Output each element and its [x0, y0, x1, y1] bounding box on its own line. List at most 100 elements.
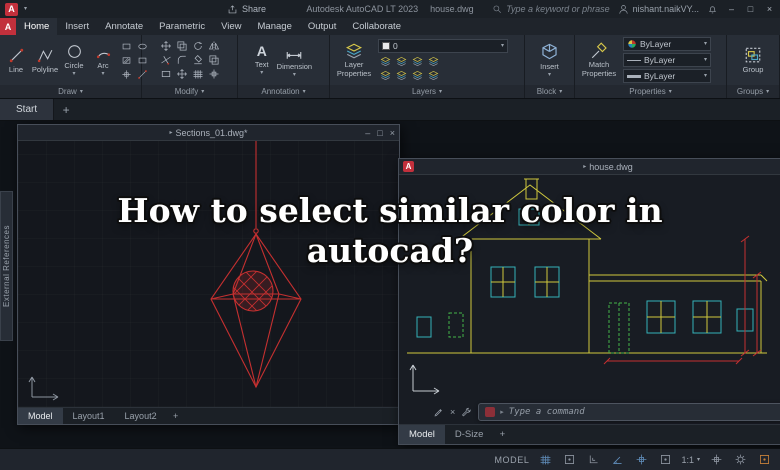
- tab-manage[interactable]: Manage: [250, 18, 300, 35]
- layer-isolate-tool[interactable]: [394, 55, 408, 67]
- window-restore-button[interactable]: □: [377, 128, 382, 138]
- share-button[interactable]: Share: [227, 4, 266, 15]
- layout-tab-model[interactable]: Model: [399, 425, 445, 444]
- house-drawing-canvas[interactable]: × ▸ Type a command: [399, 175, 780, 424]
- tab-insert[interactable]: Insert: [57, 18, 97, 35]
- block-panel: Insert ▾ Block ▾: [525, 35, 575, 98]
- linetype-dropdown[interactable]: ByLayer ▾: [623, 53, 711, 67]
- add-layout-button[interactable]: +: [493, 425, 511, 444]
- properties-panel-label[interactable]: Properties ▾: [575, 85, 726, 98]
- erase-tool[interactable]: [191, 54, 205, 66]
- text-tool[interactable]: A Text ▾: [255, 44, 269, 77]
- add-layout-button[interactable]: +: [167, 408, 185, 424]
- scale-tool[interactable]: [159, 68, 173, 80]
- external-references-palette-tab[interactable]: External References: [0, 191, 13, 341]
- tab-output[interactable]: Output: [300, 18, 345, 35]
- object-snap-toggle[interactable]: [633, 452, 649, 468]
- tab-parametric[interactable]: Parametric: [151, 18, 213, 35]
- lineweight-display-toggle[interactable]: [657, 452, 673, 468]
- circle-tool[interactable]: Circle ▾: [61, 43, 87, 77]
- tab-home[interactable]: Home: [16, 18, 58, 35]
- annotation-scale-button[interactable]: 1:1 ▾: [681, 455, 700, 465]
- insert-block-tool[interactable]: Insert ▾: [540, 42, 559, 78]
- layout-tab-model[interactable]: Model: [18, 408, 63, 424]
- dimension-tool[interactable]: Dimension ▾: [277, 43, 312, 78]
- move-tool[interactable]: [159, 40, 173, 52]
- modify-panel-label[interactable]: Modify ▾: [142, 85, 237, 98]
- arc-tool[interactable]: Arc ▾: [90, 43, 116, 77]
- line-tool[interactable]: Line: [3, 47, 29, 74]
- isolate-objects-button[interactable]: [756, 452, 772, 468]
- annotation-panel-label[interactable]: Annotation ▾: [238, 85, 329, 98]
- layer-properties-button[interactable]: Layer Properties: [333, 42, 375, 78]
- sections-drawing-canvas[interactable]: [18, 141, 399, 407]
- rectangle-tool[interactable]: [119, 40, 133, 52]
- grid-display-toggle[interactable]: [537, 452, 553, 468]
- layer-freeze-tool[interactable]: [410, 55, 424, 67]
- object-color-dropdown[interactable]: ByLayer ▾: [623, 37, 711, 51]
- user-account-button[interactable]: nishant.naikVY...: [618, 4, 699, 15]
- rotate-tool[interactable]: [191, 40, 205, 52]
- explode-tool[interactable]: [207, 68, 221, 80]
- layer-match-tool[interactable]: [394, 69, 408, 81]
- trim-tool[interactable]: [159, 54, 173, 66]
- window-close-button[interactable]: ×: [390, 128, 395, 138]
- layers-panel-label[interactable]: Layers ▾: [330, 85, 524, 98]
- isolate-objects-icon: [758, 453, 771, 466]
- make-current-layer-tool[interactable]: [378, 69, 392, 81]
- maximize-button[interactable]: □: [745, 4, 756, 14]
- layout-tab-layout2[interactable]: Layout2: [115, 408, 167, 424]
- wrench-icon[interactable]: [461, 407, 472, 418]
- house-window-titlebar[interactable]: A ▸ house.dwg: [399, 159, 780, 175]
- hatch-tool[interactable]: [119, 54, 133, 66]
- search-box[interactable]: Type a keyword or phrase: [492, 4, 610, 14]
- snap-mode-toggle[interactable]: [561, 452, 577, 468]
- block-panel-label[interactable]: Block ▾: [525, 85, 574, 98]
- rectangle-icon: [121, 41, 132, 52]
- layer-lock-tool[interactable]: [426, 55, 440, 67]
- tab-collaborate[interactable]: Collaborate: [344, 18, 409, 35]
- new-drawing-button[interactable]: +: [54, 99, 78, 120]
- application-menu-button[interactable]: A: [0, 18, 16, 35]
- polar-tracking-toggle[interactable]: [609, 452, 625, 468]
- tab-annotate[interactable]: Annotate: [97, 18, 151, 35]
- mirror-icon: [208, 40, 220, 52]
- copy-tool[interactable]: [175, 40, 189, 52]
- sections-window-titlebar[interactable]: ▸ Sections_01.dwg* – □ ×: [18, 125, 399, 141]
- workspace-settings-button[interactable]: [732, 452, 748, 468]
- layer-walk-tool[interactable]: [426, 69, 440, 81]
- layer-dropdown[interactable]: 0 ▾: [378, 39, 508, 53]
- groups-panel-label[interactable]: Groups ▾: [727, 85, 779, 98]
- close-command-line-icon[interactable]: ×: [450, 407, 455, 417]
- mirror-tool[interactable]: [207, 40, 221, 52]
- offset-tool[interactable]: [207, 54, 221, 66]
- point-tool[interactable]: [119, 68, 133, 80]
- command-line-input[interactable]: ▸ Type a command: [478, 403, 780, 421]
- tab-view[interactable]: View: [213, 18, 249, 35]
- stretch-tool[interactable]: [175, 68, 189, 80]
- autocad-logo-icon[interactable]: A: [5, 2, 18, 16]
- customize-pencil-icon[interactable]: [433, 407, 444, 418]
- pendant-lamp-drawing: [210, 141, 302, 389]
- file-tab-start[interactable]: Start: [0, 99, 55, 120]
- close-button[interactable]: ×: [764, 4, 775, 14]
- layer-off-tool[interactable]: [378, 55, 392, 67]
- layer-previous-tool[interactable]: [410, 69, 424, 81]
- minimize-button[interactable]: –: [726, 4, 737, 14]
- match-properties-button[interactable]: Match Properties: [578, 42, 620, 78]
- layout-tab-layout1[interactable]: Layout1: [63, 408, 115, 424]
- ortho-mode-toggle[interactable]: [585, 452, 601, 468]
- array-tool[interactable]: [191, 68, 205, 80]
- lineweight-dropdown[interactable]: ByLayer ▾: [623, 69, 711, 83]
- fillet-tool[interactable]: [175, 54, 189, 66]
- window-minimize-button[interactable]: –: [365, 128, 370, 138]
- model-space-indicator[interactable]: MODEL: [494, 455, 529, 465]
- polyline-tool[interactable]: Polyline: [32, 47, 58, 74]
- annotation-visibility-toggle[interactable]: [708, 452, 724, 468]
- command-line-row: × ▸ Type a command: [433, 403, 780, 421]
- group-tool[interactable]: Group: [743, 46, 763, 74]
- draw-panel-label[interactable]: Draw ▾: [0, 85, 141, 98]
- notifications-bell-icon[interactable]: [707, 4, 718, 15]
- quick-access-caret-icon[interactable]: ▾: [24, 6, 27, 12]
- layout-tab-d-size[interactable]: D-Size: [445, 425, 494, 444]
